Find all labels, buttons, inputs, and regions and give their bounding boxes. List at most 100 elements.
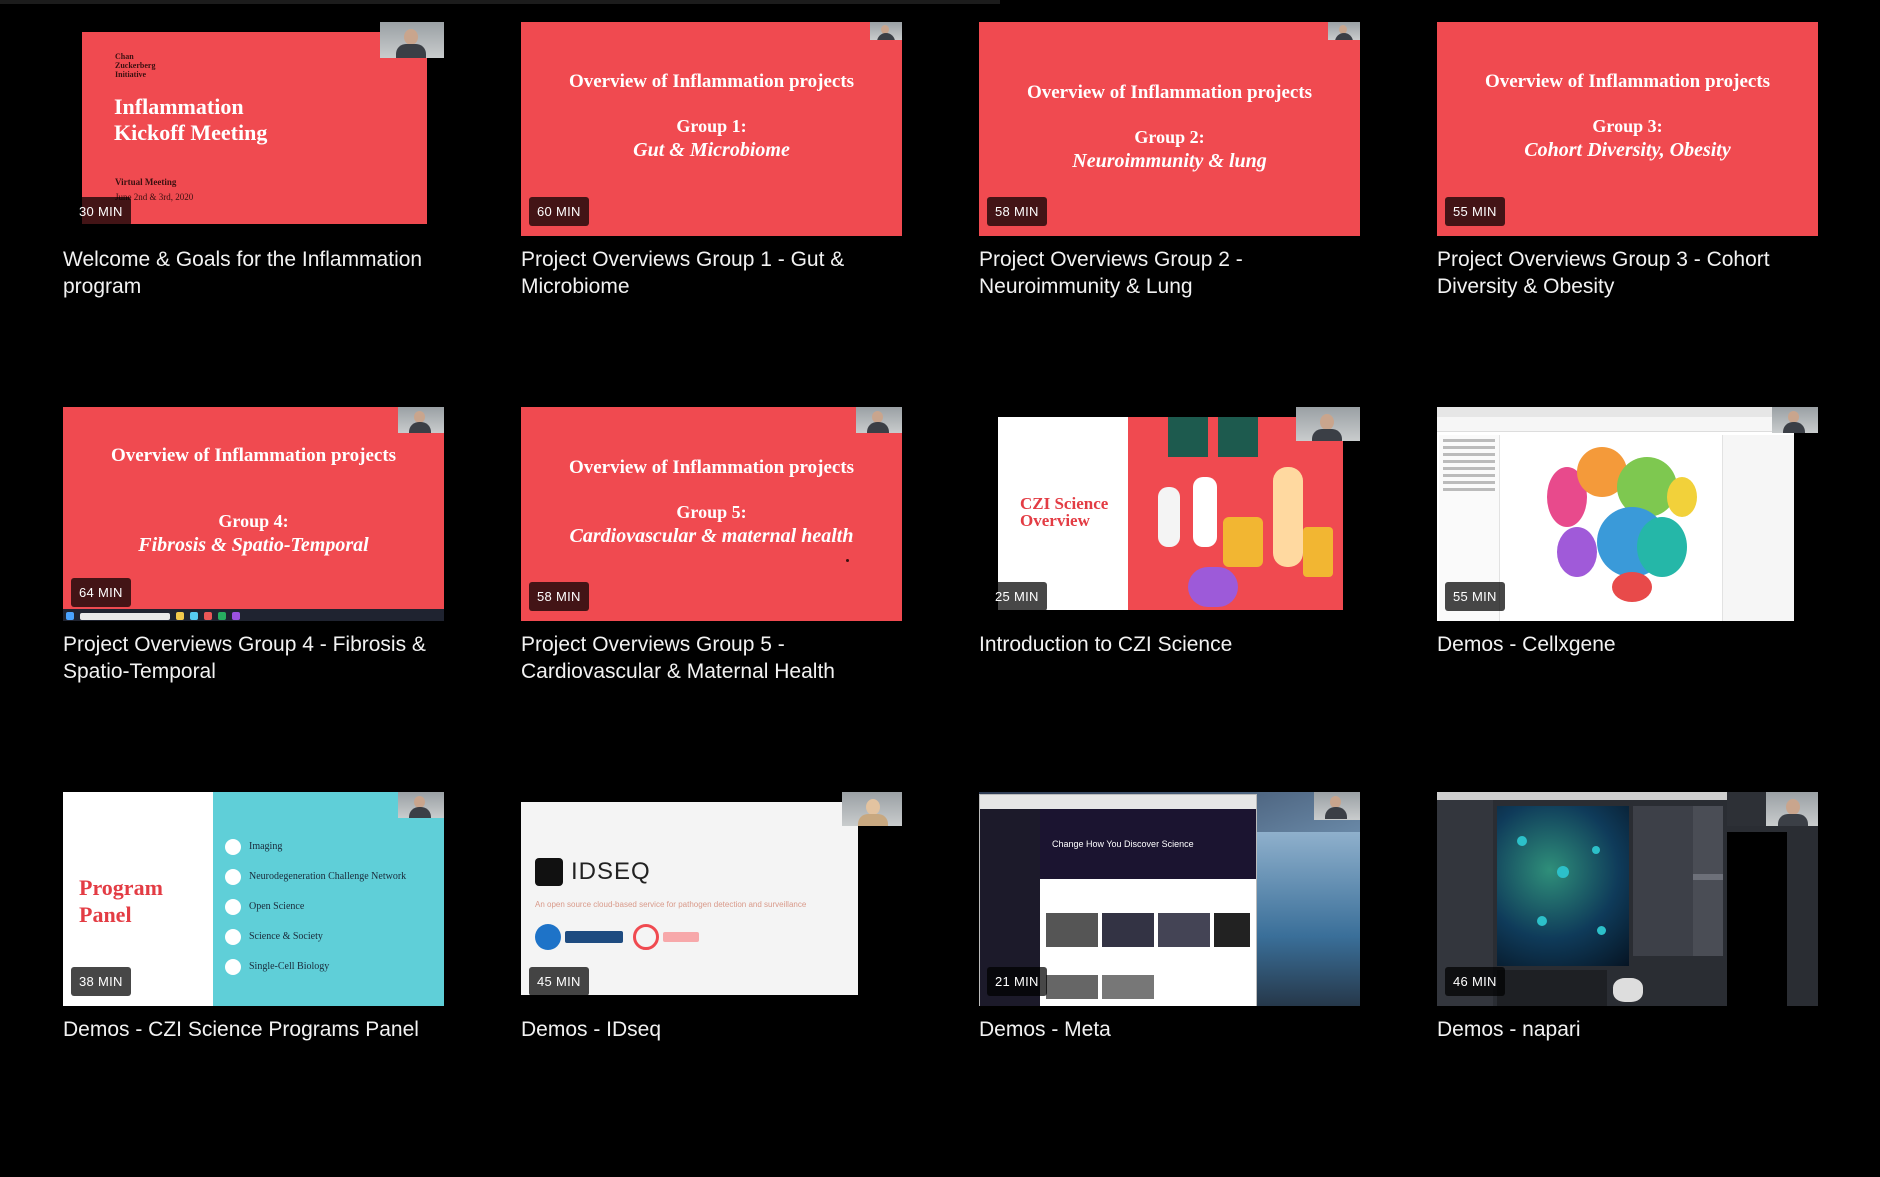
duration-badge: 60 MIN xyxy=(529,197,589,226)
video-card[interactable]: Overview of Inflammation projects Group … xyxy=(63,407,444,792)
duration-badge: 64 MIN xyxy=(71,578,131,607)
slide-heading: Overview of Inflammation projects xyxy=(568,457,855,478)
org-line: Initiative xyxy=(115,70,147,79)
video-card[interactable]: IDSEQ An open source cloud-based service… xyxy=(521,792,902,1177)
video-thumbnail[interactable]: Chan Zuckerberg Initiative Inflammation … xyxy=(63,22,444,236)
slide-group: Group 4: xyxy=(218,511,289,531)
video-card[interactable]: 46 MIN Demos - napari xyxy=(1437,792,1818,1177)
presenter-camera xyxy=(870,22,902,40)
meta-headline: Change How You Discover Science xyxy=(1052,839,1194,849)
video-thumbnail[interactable]: 55 MIN xyxy=(1437,407,1818,621)
slide-topic: Gut & Microbiome xyxy=(633,139,790,161)
slide-headline: Kickoff Meeting xyxy=(114,120,268,145)
slide-heading: Overview of Inflammation projects xyxy=(568,71,855,92)
video-card[interactable]: CZI Science Overview 25 MIN Introduction… xyxy=(979,407,1360,792)
video-title[interactable]: Project Overviews Group 1 - Gut & Microb… xyxy=(521,246,902,300)
duration-badge: 55 MIN xyxy=(1445,197,1505,226)
video-thumbnail[interactable]: Program Panel Imaging Neurodegeneration … xyxy=(63,792,444,1006)
slide-group: Group 3: xyxy=(1592,116,1663,136)
video-title[interactable]: Demos - Cellxgene xyxy=(1437,631,1818,658)
video-grid: Chan Zuckerberg Initiative Inflammation … xyxy=(63,22,1818,1177)
duration-badge: 46 MIN xyxy=(1445,967,1505,996)
slide-image: Chan Zuckerberg Initiative Inflammation … xyxy=(82,32,427,224)
presenter-camera xyxy=(856,407,902,433)
duration-badge: 30 MIN xyxy=(71,197,131,226)
presenter-camera xyxy=(1766,792,1818,826)
slide-topic: Neuroimmunity & lung xyxy=(1072,150,1267,172)
presenter-camera xyxy=(842,792,902,826)
video-thumbnail[interactable]: CZI Science Overview 25 MIN xyxy=(979,407,1360,621)
video-thumbnail[interactable]: IDSEQ An open source cloud-based service… xyxy=(521,792,902,1006)
slide-heading: Overview of Inflammation projects xyxy=(1484,71,1771,92)
video-title[interactable]: Demos - napari xyxy=(1437,1016,1818,1043)
video-thumbnail[interactable]: Change How You Discover Science 21 MIN xyxy=(979,792,1360,1006)
slide-topic: Fibrosis & Spatio-Temporal xyxy=(138,534,369,556)
video-card[interactable]: Overview of Inflammation projects Group … xyxy=(1437,22,1818,407)
slide-heading: Overview of Inflammation projects xyxy=(110,445,397,466)
video-thumbnail[interactable]: Overview of Inflammation projects Group … xyxy=(63,407,444,621)
presenter-camera xyxy=(398,407,444,433)
video-title[interactable]: Demos - Meta xyxy=(979,1016,1360,1043)
slide-group: Group 2: xyxy=(1134,127,1205,147)
slide-image: CZI Science Overview xyxy=(998,417,1343,610)
slide-group: Group 1: xyxy=(676,116,747,136)
video-card[interactable]: Program Panel Imaging Neurodegeneration … xyxy=(63,792,444,1177)
video-thumbnail[interactable]: Overview of Inflammation projects Group … xyxy=(979,22,1360,236)
duration-badge: 21 MIN xyxy=(987,967,1047,996)
video-thumbnail[interactable]: Overview of Inflammation projects Group … xyxy=(1437,22,1818,236)
video-card[interactable]: Chan Zuckerberg Initiative Inflammation … xyxy=(63,22,444,407)
duration-badge: 55 MIN xyxy=(1445,582,1505,611)
panel-item: Imaging xyxy=(225,832,406,862)
video-title[interactable]: Project Overviews Group 2 - Neuroimmunit… xyxy=(979,246,1360,300)
video-title[interactable]: Demos - IDseq xyxy=(521,1016,902,1043)
top-divider xyxy=(0,0,1000,4)
panel-item: Neurodegeneration Challenge Network xyxy=(225,862,406,892)
biohub-logo-icon xyxy=(535,924,627,952)
presenter-camera xyxy=(1772,407,1818,433)
duration-badge: 45 MIN xyxy=(529,967,589,996)
video-thumbnail[interactable]: Overview of Inflammation projects Group … xyxy=(521,22,902,236)
video-title[interactable]: Demos - CZI Science Programs Panel xyxy=(63,1016,444,1043)
presenter-camera xyxy=(1314,792,1360,820)
czi-logo-icon xyxy=(633,924,703,952)
video-card[interactable]: Change How You Discover Science 21 MIN D… xyxy=(979,792,1360,1177)
video-card[interactable]: Overview of Inflammation projects Group … xyxy=(521,22,902,407)
duration-badge: 25 MIN xyxy=(987,582,1047,611)
video-thumbnail[interactable]: 46 MIN xyxy=(1437,792,1818,1006)
video-card[interactable]: 55 MIN Demos - Cellxgene xyxy=(1437,407,1818,792)
presenter-camera xyxy=(380,22,444,58)
duration-badge: 58 MIN xyxy=(529,582,589,611)
slide-headline: Inflammation xyxy=(114,94,244,119)
org-line: Chan xyxy=(115,52,134,61)
slide-topic: Cohort Diversity, Obesity xyxy=(1524,139,1731,161)
duration-badge: 58 MIN xyxy=(987,197,1047,226)
panel-item: Open Science xyxy=(225,892,406,922)
slide-tagline: An open source cloud-based service for p… xyxy=(535,900,807,909)
microscopy-image xyxy=(1497,806,1629,966)
slide-heading: Overview of Inflammation projects xyxy=(1026,82,1313,103)
slide-headline: Program xyxy=(79,875,163,900)
slide-topic: Cardiovascular & maternal health xyxy=(569,525,854,547)
video-card[interactable]: Overview of Inflammation projects Group … xyxy=(521,407,902,792)
slide-logo: IDSEQ xyxy=(571,858,651,885)
idseq-logo-icon xyxy=(535,858,563,886)
video-card[interactable]: Overview of Inflammation projects Group … xyxy=(979,22,1360,407)
video-thumbnail[interactable]: Overview of Inflammation projects Group … xyxy=(521,407,902,621)
slide-headline: Panel xyxy=(79,902,132,927)
presenter-camera xyxy=(1296,407,1360,441)
duration-badge: 38 MIN xyxy=(71,967,131,996)
slide-meeting: Virtual Meeting xyxy=(115,177,177,187)
presenter-camera xyxy=(398,792,444,818)
video-title[interactable]: Project Overviews Group 3 - Cohort Diver… xyxy=(1437,246,1818,300)
video-title[interactable]: Welcome & Goals for the Inflammation pro… xyxy=(63,246,444,300)
presenter-camera xyxy=(1328,22,1360,40)
panel-item: Science & Society xyxy=(225,922,406,952)
video-title[interactable]: Project Overviews Group 4 - Fibrosis & S… xyxy=(63,631,444,685)
slide-headline: Overview xyxy=(1020,511,1090,530)
slide-headline: CZI Science xyxy=(1020,494,1109,513)
panel-item: Single-Cell Biology xyxy=(225,952,406,982)
video-title[interactable]: Project Overviews Group 5 - Cardiovascul… xyxy=(521,631,902,685)
org-line: Zuckerberg xyxy=(115,61,156,70)
video-title[interactable]: Introduction to CZI Science xyxy=(979,631,1360,658)
slide-group: Group 5: xyxy=(676,502,747,522)
